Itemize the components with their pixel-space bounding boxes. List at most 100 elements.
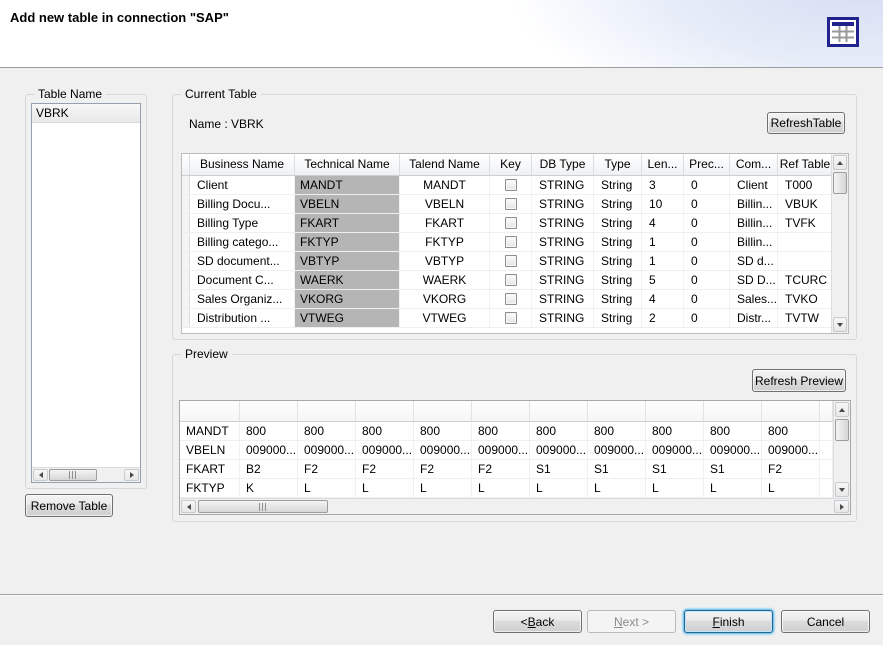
key-checkbox[interactable] xyxy=(505,217,517,229)
table-name-item[interactable]: VBRK xyxy=(32,104,140,123)
cell-technical: VBTYP xyxy=(295,252,400,270)
preview-group-label: Preview xyxy=(181,347,232,362)
column-header-com[interactable]: Com... xyxy=(730,154,778,175)
column-header-key[interactable]: Key xyxy=(490,154,532,175)
preview-cell: 800 xyxy=(472,422,530,440)
preview-cell: 800 xyxy=(530,422,588,440)
cell-comment: Billin... xyxy=(730,195,778,213)
current-table-vscrollbar[interactable] xyxy=(831,154,848,333)
table-row[interactable]: ClientMANDTMANDTSTRINGString30ClientT000 xyxy=(182,176,831,195)
table-row[interactable]: Sales Organiz...VKORGVKORGSTRINGString40… xyxy=(182,290,831,309)
hscrollbar-thumb[interactable] xyxy=(198,500,328,513)
column-header-type[interactable]: Type xyxy=(594,154,642,175)
finish-button[interactable]: Finish xyxy=(684,610,773,633)
table-row[interactable]: Billing catego...FKTYPFKTYPSTRINGString1… xyxy=(182,233,831,252)
column-header-ref-table[interactable]: Ref Table xyxy=(778,154,831,175)
column-header-business-name[interactable]: Business Name xyxy=(190,154,295,175)
cell-talend: VTWEG xyxy=(400,309,490,327)
cell-ref xyxy=(778,252,831,270)
key-checkbox[interactable] xyxy=(505,236,517,248)
preview-header-cell xyxy=(180,401,240,422)
preview-cell: L xyxy=(588,479,646,497)
preview-cell-filler xyxy=(820,460,833,478)
preview-cell: F2 xyxy=(356,460,414,478)
table-row[interactable]: Billing Docu...VBELNVBELNSTRINGString100… xyxy=(182,195,831,214)
table-name-list-hscrollbar[interactable] xyxy=(32,467,140,482)
refresh-preview-button[interactable]: Refresh Preview xyxy=(752,369,846,392)
preview-row[interactable]: FKARTB2F2F2F2F2S1S1S1S1F2 xyxy=(180,460,833,479)
cell-ref: TCURC xyxy=(778,271,831,289)
vscrollbar-thumb[interactable] xyxy=(835,419,849,441)
cell-technical: VBELN xyxy=(295,195,400,213)
column-header-db-type[interactable]: DB Type xyxy=(532,154,594,175)
scroll-right-button[interactable] xyxy=(124,469,139,481)
column-header-technical-name[interactable]: Technical Name xyxy=(295,154,400,175)
column-header-len[interactable]: Len... xyxy=(642,154,684,175)
preview-cell-filler xyxy=(820,441,833,459)
preview-groupbox: Preview Refresh Preview MANDT80080080080… xyxy=(172,354,857,522)
table-row[interactable]: Distribution ...VTWEGVTWEGSTRINGString20… xyxy=(182,309,831,328)
preview-cell: L xyxy=(414,479,472,497)
scroll-up-button[interactable] xyxy=(833,155,847,170)
key-checkbox[interactable] xyxy=(505,179,517,191)
table-name-caption: Name : xyxy=(189,117,228,131)
cell-len: 4 xyxy=(642,290,684,308)
cell-prec: 0 xyxy=(684,252,730,270)
preview-cell: 009000... xyxy=(240,441,298,459)
key-checkbox[interactable] xyxy=(505,198,517,210)
preview-cell: S1 xyxy=(588,460,646,478)
preview-cell: L xyxy=(530,479,588,497)
cell-key xyxy=(490,271,532,289)
cell-db_type: STRING xyxy=(532,195,594,213)
cell-db_type: STRING xyxy=(532,176,594,194)
table-row[interactable]: Billing TypeFKARTFKARTSTRINGString40Bill… xyxy=(182,214,831,233)
refresh-table-button[interactable]: RefreshTable xyxy=(767,112,845,134)
remove-table-button[interactable]: Remove Table xyxy=(25,494,113,517)
table-row[interactable]: SD document...VBTYPVBTYPSTRINGString10SD… xyxy=(182,252,831,271)
preview-cell: 800 xyxy=(356,422,414,440)
key-checkbox[interactable] xyxy=(505,312,517,324)
column-header-prec[interactable]: Prec... xyxy=(684,154,730,175)
key-checkbox[interactable] xyxy=(505,274,517,286)
triangle-left-icon xyxy=(39,472,43,478)
row-header-cell xyxy=(182,309,190,327)
cell-comment: Distr... xyxy=(730,309,778,327)
key-checkbox[interactable] xyxy=(505,255,517,267)
cell-talend: FKART xyxy=(400,214,490,232)
preview-header-row xyxy=(180,401,833,422)
cell-talend: VBELN xyxy=(400,195,490,213)
preview-hscrollbar[interactable] xyxy=(180,498,850,514)
triangle-right-icon xyxy=(130,472,134,478)
cell-technical: MANDT xyxy=(295,176,400,194)
scroll-left-button[interactable] xyxy=(181,500,196,513)
preview-row[interactable]: FKTYPKLLLLLLLLL xyxy=(180,479,833,498)
scroll-down-button[interactable] xyxy=(835,482,849,497)
cancel-button[interactable]: Cancel xyxy=(781,610,870,633)
preview-grid: MANDT800800800800800800800800800800VBELN… xyxy=(179,400,851,515)
scroll-down-button[interactable] xyxy=(833,317,847,332)
cell-prec: 0 xyxy=(684,309,730,327)
preview-row[interactable]: MANDT800800800800800800800800800800 xyxy=(180,422,833,441)
preview-cell: 009000... xyxy=(588,441,646,459)
preview-cell-filler xyxy=(820,479,833,497)
scroll-right-button[interactable] xyxy=(834,500,849,513)
cell-ref: TVKO xyxy=(778,290,831,308)
column-header-talend-name[interactable]: Talend Name xyxy=(400,154,490,175)
cell-type: String xyxy=(594,233,642,251)
cell-comment: Billin... xyxy=(730,214,778,232)
preview-header-cell xyxy=(704,401,762,422)
preview-vscrollbar[interactable] xyxy=(833,401,850,498)
back-button[interactable]: < Back xyxy=(493,610,582,633)
hscrollbar-thumb[interactable] xyxy=(49,469,97,481)
dialog-banner: Add new table in connection "SAP" xyxy=(0,0,883,68)
key-checkbox[interactable] xyxy=(505,293,517,305)
scroll-up-button[interactable] xyxy=(835,402,849,417)
footer-separator xyxy=(0,594,883,596)
table-name-groupbox: Table Name VBRK xyxy=(25,94,147,489)
scroll-left-button[interactable] xyxy=(33,469,48,481)
vscrollbar-thumb[interactable] xyxy=(833,172,847,194)
table-row[interactable]: Document C...WAERKWAERKSTRINGString50SD … xyxy=(182,271,831,290)
table-name-list[interactable]: VBRK xyxy=(31,103,141,483)
preview-cell: L xyxy=(356,479,414,497)
preview-row[interactable]: VBELN009000...009000...009000...009000..… xyxy=(180,441,833,460)
